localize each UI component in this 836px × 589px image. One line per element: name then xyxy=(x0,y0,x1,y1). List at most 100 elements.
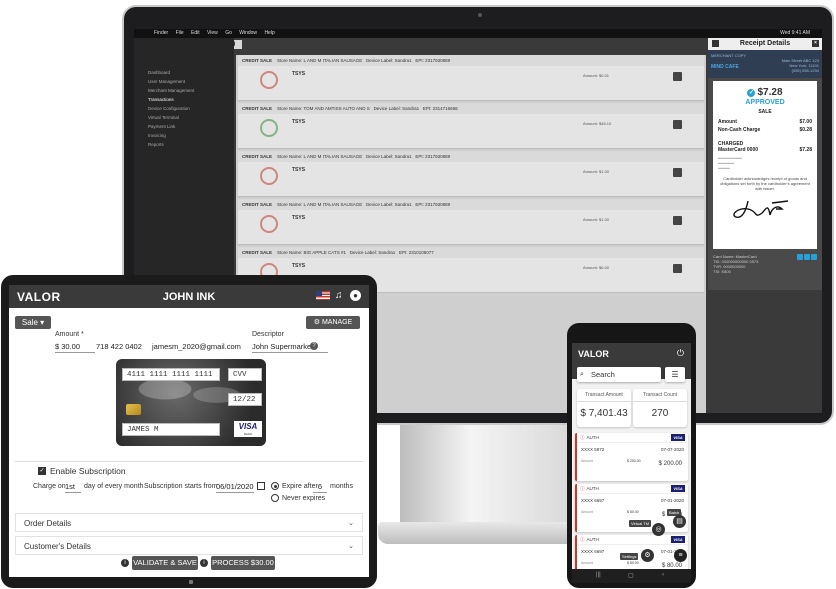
sidebar-item-user-management[interactable]: User Management xyxy=(134,77,234,86)
card-number-input[interactable]: 4111 1111 1111 1111 xyxy=(122,368,220,381)
txn-store: Store Name: BIG APPLE CATS #1 xyxy=(277,250,346,255)
months-input[interactable]: 6 xyxy=(313,482,327,493)
cvv-input[interactable]: CVV xyxy=(228,368,262,381)
close-icon[interactable]: × xyxy=(812,40,819,47)
receipt-footer-line: TSI: E800 xyxy=(713,269,731,274)
calendar-icon[interactable] xyxy=(257,482,265,490)
sidebar-item-payment-link[interactable]: Payment Link xyxy=(134,122,234,131)
card-number: XXXX 6697 xyxy=(581,549,605,554)
expire-after-radio[interactable] xyxy=(271,482,279,490)
customer-details-accordion[interactable]: Customer's Details ⌄ xyxy=(15,536,363,555)
transaction-row[interactable]: CREDIT SALE Store Name: TOM AND AMTISS AU… xyxy=(238,103,704,149)
order-details-label: Order Details xyxy=(24,519,72,528)
customer-details-label: Customer's Details xyxy=(24,542,91,551)
email-input[interactable]: jamesm_2020@gmail.com xyxy=(152,342,241,352)
phone-screen: VALOR ⏻ ⌕ Search ☰ Transact Amount $ 7,40… xyxy=(572,343,691,583)
txn-processor: TSYS xyxy=(292,263,306,269)
amount-input[interactable]: $ 30.00 xyxy=(55,342,95,353)
menu-go[interactable]: Go xyxy=(225,30,232,36)
months-label: months xyxy=(330,483,353,490)
validate-info-icon[interactable]: i xyxy=(121,559,129,567)
batch-fab-icon[interactable]: ▤ xyxy=(673,515,686,528)
monitor-stand xyxy=(400,425,578,525)
txn-epi: EPI: 2317930889 xyxy=(415,202,451,207)
virtual-terminal-fab-icon[interactable]: ◎ xyxy=(652,523,665,536)
txn-status: AUTH xyxy=(586,537,599,542)
sidebar-item-dashboard[interactable]: Dashboard xyxy=(134,68,234,77)
menu-finder[interactable]: Finder xyxy=(154,30,168,36)
card-brand-sub: Debit xyxy=(244,432,252,436)
list-item[interactable]: ⓘ AUTH VISA XXXX 5972 07-07-2020 Amount $ … xyxy=(575,433,688,481)
menu-edit[interactable]: Edit xyxy=(191,30,200,36)
menu-view[interactable]: View xyxy=(207,30,218,36)
start-date-input[interactable]: 06/01/2020 xyxy=(216,482,254,493)
subscription-label: Enable Subscription xyxy=(50,466,126,476)
txn-type: CREDIT SALE xyxy=(242,106,273,111)
sale-label: SALE xyxy=(758,109,772,115)
us-flag-icon[interactable] xyxy=(316,291,330,300)
mac-menubar: Finder File Edit View Go Window Help Wed… xyxy=(134,29,822,38)
txn-device: Device Label: Sandra1 xyxy=(366,202,412,207)
charge-day-select[interactable]: 1st xyxy=(65,482,81,493)
txn-processor: TSYS xyxy=(292,215,306,221)
transaction-row[interactable]: CREDIT SALE Store Name: L AND M ITALIAN S… xyxy=(238,55,704,101)
txn-epi: EPI: 2317930889 xyxy=(415,154,451,159)
stat-value: $ 7,401.43 xyxy=(580,408,628,419)
search-input[interactable]: ⌕ Search xyxy=(577,367,661,382)
valor-logo: VALOR xyxy=(578,349,609,359)
menu-help[interactable]: Help xyxy=(264,30,274,36)
bell-icon[interactable]: ♫ xyxy=(335,290,345,301)
approved-status: APPROVED xyxy=(745,99,785,106)
settings-fab-icon[interactable]: ⚙ xyxy=(641,549,654,562)
merchant-address-line: (555) 555-1234 xyxy=(791,68,819,73)
phone-input[interactable]: 718 422 0402 xyxy=(96,342,142,352)
validate-save-button[interactable]: VALIDATE & SAVE xyxy=(132,556,198,570)
sidebar-item-virtual-terminal[interactable]: Virtual Terminal xyxy=(134,113,234,122)
never-expires-radio[interactable] xyxy=(271,494,279,502)
signature-icon xyxy=(733,200,789,218)
process-info-icon[interactable]: i xyxy=(200,559,208,567)
order-details-accordion[interactable]: Order Details ⌄ xyxy=(15,513,363,532)
check-circle-icon: ✓ xyxy=(747,89,756,97)
sale-dropdown[interactable]: Sale ▾ xyxy=(15,316,51,329)
facebook-icon[interactable] xyxy=(797,254,803,260)
txn-processor: TSYS xyxy=(292,119,306,125)
recents-icon[interactable]: ||| xyxy=(596,572,601,578)
alert-icon: ⓘ xyxy=(580,486,585,491)
sidebar-item-device-configuration[interactable]: Device Configuration xyxy=(134,104,234,113)
never-expires-label: Never expires xyxy=(282,495,326,502)
power-icon[interactable]: ⏻ xyxy=(677,348,684,359)
subscription-checkbox[interactable]: ✓ xyxy=(38,467,46,475)
virtual-tm-tooltip: Virtual TM xyxy=(629,520,652,527)
transaction-row[interactable]: CREDIT SALE Store Name: L AND M ITALIAN S… xyxy=(238,151,704,197)
filter-icon[interactable]: ☰ xyxy=(665,367,685,382)
amount-value: $ 200.00 xyxy=(627,459,641,463)
transact-amount-card: Transact Amount $ 7,401.43 xyxy=(577,389,631,427)
back-icon[interactable]: ‹ xyxy=(662,572,664,578)
user-avatar-icon[interactable]: ● xyxy=(350,290,361,301)
linkedin-icon[interactable] xyxy=(811,254,817,260)
txn-processor: TSYS xyxy=(292,167,306,173)
menu-fab-icon[interactable]: ≡ xyxy=(674,549,687,562)
cardholder-input[interactable]: JAMES M xyxy=(122,423,220,436)
print-icon[interactable] xyxy=(712,40,719,47)
instagram-icon[interactable] xyxy=(804,254,810,260)
expiry-input[interactable]: 12/22 xyxy=(228,393,262,406)
card-number: XXXX 5972 xyxy=(581,447,605,452)
sidebar-item-invoicing[interactable]: Invoicing xyxy=(134,131,234,140)
process-button[interactable]: PROCESS $30.00 xyxy=(211,556,275,570)
transaction-row[interactable]: CREDIT SALE Store Name: L AND M ITALIAN S… xyxy=(238,199,704,245)
txn-amount: Amount: $0.01 xyxy=(583,73,610,78)
help-icon[interactable]: ? xyxy=(310,342,318,350)
noncash-value: $0.28 xyxy=(799,127,812,133)
chevron-down-icon: ⌄ xyxy=(348,543,354,550)
txn-store: Store Name: L AND M ITALIAN SAUSAGE xyxy=(277,202,363,207)
amount-label: Amount * xyxy=(55,331,84,338)
sidebar-item-transactions[interactable]: Transactions xyxy=(134,95,234,104)
manage-button[interactable]: ⚙ MANAGE xyxy=(306,316,360,329)
home-icon[interactable]: ▢ xyxy=(628,572,634,579)
menu-file[interactable]: File xyxy=(176,30,184,36)
menu-window[interactable]: Window xyxy=(239,30,257,36)
sidebar-item-merchant-management[interactable]: Merchant Management xyxy=(134,86,234,95)
sidebar-item-reports[interactable]: Reports xyxy=(134,140,234,149)
